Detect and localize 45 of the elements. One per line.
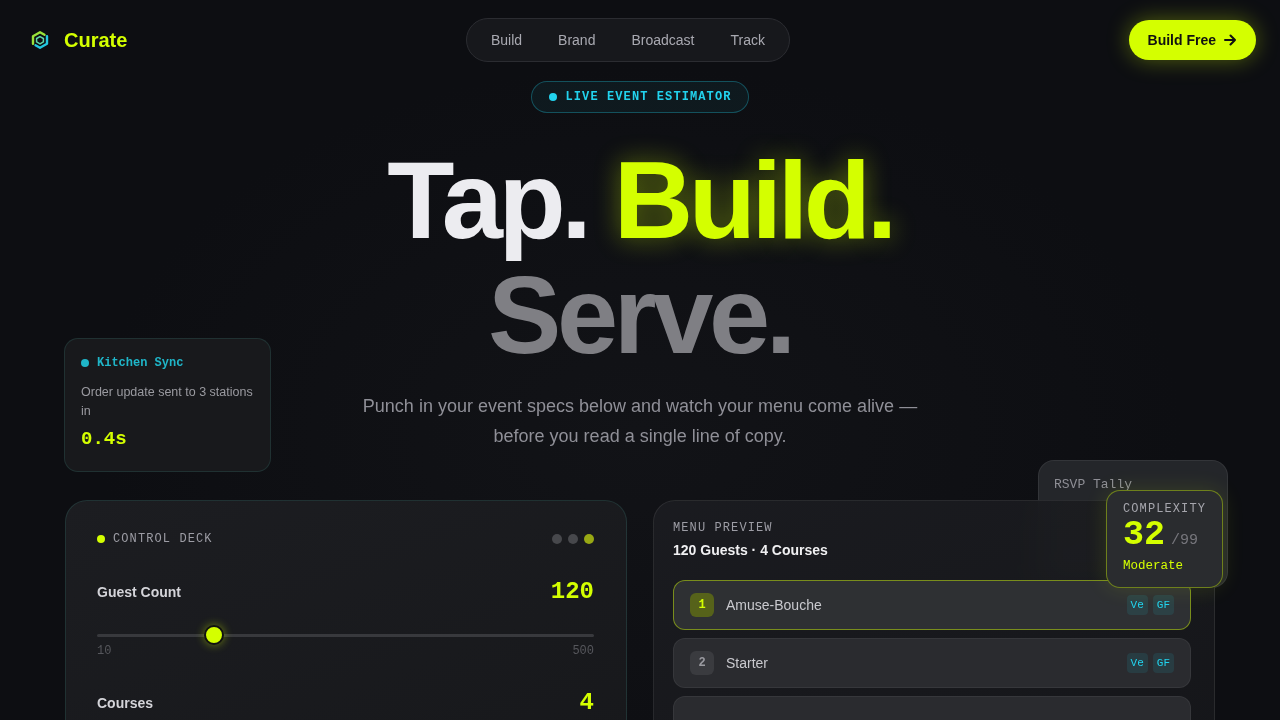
hexagon-logo-icon bbox=[30, 30, 50, 50]
course-name: Starter bbox=[726, 655, 769, 671]
hero-headline: Tap. Build. Serve. bbox=[387, 142, 893, 372]
course-row[interactable]: 2 Starter Ve GF bbox=[673, 638, 1191, 688]
diet-tag: GF bbox=[1152, 653, 1174, 673]
control-label: Guest Count bbox=[97, 584, 181, 600]
card-title: RSVP Tally bbox=[1054, 477, 1132, 492]
arrow-right-icon bbox=[1224, 34, 1236, 46]
card-title: MENU PREVIEW bbox=[673, 520, 773, 536]
build-free-button[interactable]: Build Free bbox=[1128, 20, 1256, 60]
complexity-rating: Moderate bbox=[1123, 558, 1184, 574]
live-dot-icon bbox=[549, 93, 558, 101]
step-dot-icon[interactable] bbox=[552, 534, 562, 544]
card-title: CONTROL DECK bbox=[113, 531, 213, 547]
card-title: Kitchen Sync bbox=[97, 356, 184, 370]
complexity-max: /99 bbox=[1171, 532, 1199, 549]
course-name: Amuse-Bouche bbox=[726, 597, 823, 613]
control-value: 120 bbox=[550, 578, 594, 606]
nav-link[interactable]: Build bbox=[472, 23, 541, 57]
hero-subtitle: Punch in your event specs below and watch your menu come alive — before you read a single line of copy. bbox=[361, 395, 919, 448]
complexity-score: 32 bbox=[1123, 517, 1165, 553]
slider-thumb[interactable] bbox=[203, 625, 224, 645]
course-number: 1 bbox=[690, 593, 714, 617]
card-message: Order update sent to 3 stations in bbox=[81, 384, 253, 420]
diet-tag: Ve bbox=[1126, 653, 1148, 673]
status-dot-icon bbox=[81, 359, 89, 367]
menu-summary: 120 Guests · 4 Courses bbox=[673, 541, 828, 559]
control-label: Courses bbox=[97, 695, 154, 711]
nav-link[interactable]: Track bbox=[712, 23, 783, 57]
brand-name: Curate bbox=[64, 28, 128, 52]
diet-tag: GF bbox=[1152, 595, 1174, 615]
complexity-label: COMPLEXITY bbox=[1123, 501, 1207, 517]
nav-link[interactable]: Broadcast bbox=[613, 23, 713, 57]
course-number: 2 bbox=[690, 651, 714, 675]
slider-max-label: 500 bbox=[572, 644, 594, 658]
diet-tag: Ve bbox=[1126, 595, 1148, 615]
status-dot-icon bbox=[97, 535, 105, 543]
badge-label: LIVE EVENT ESTIMATOR bbox=[565, 90, 732, 104]
control-value: 4 bbox=[579, 689, 594, 717]
course-row[interactable]: 1 Amuse-Bouche Ve GF bbox=[673, 580, 1191, 630]
slider-min-label: 10 bbox=[97, 644, 112, 658]
sync-time: 0.4s bbox=[81, 427, 128, 451]
step-dot-icon[interactable] bbox=[584, 534, 594, 544]
nav-link[interactable]: Brand bbox=[540, 23, 614, 57]
step-dot-icon[interactable] bbox=[568, 534, 578, 544]
